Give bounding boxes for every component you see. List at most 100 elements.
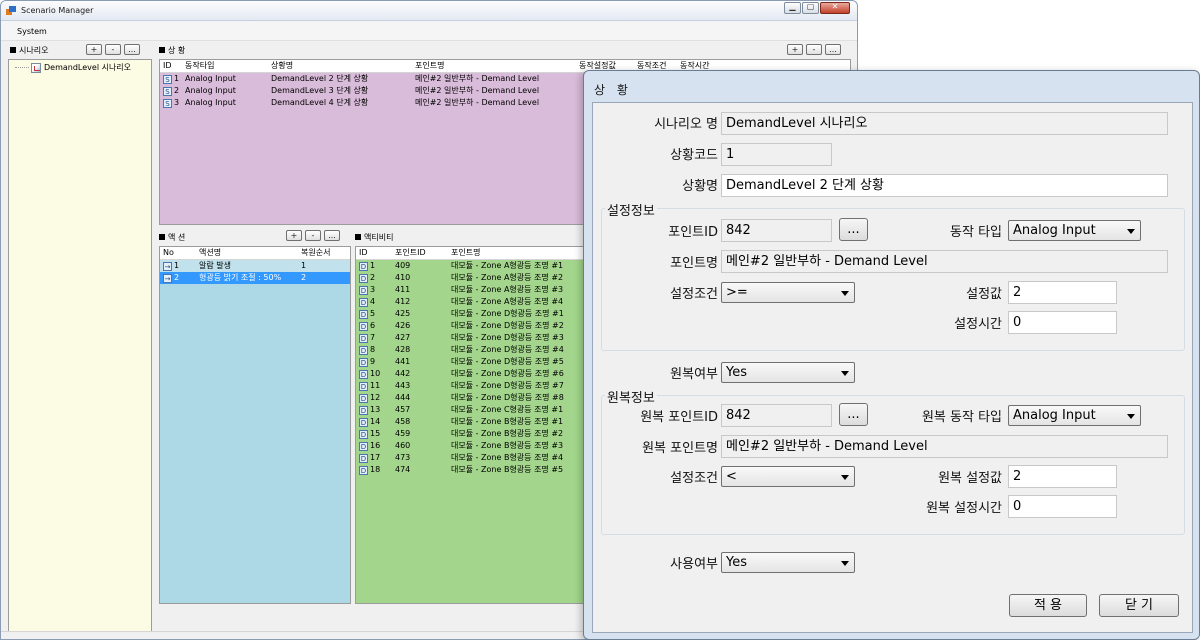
set-time-label: 설정시간 bbox=[954, 317, 1002, 332]
action-remove-button[interactable]: - bbox=[305, 230, 321, 241]
condition-select[interactable]: >= bbox=[721, 282, 855, 303]
dropdown-arrow-icon bbox=[841, 291, 849, 296]
square-bullet-icon bbox=[159, 234, 165, 240]
restore-point-browse-button[interactable]: ... bbox=[839, 403, 868, 426]
action-grid[interactable]: No 액션명 복원순서 → 1 알람 발생 1 → 2 형광등 밝기 조절 : 50… bbox=[159, 246, 351, 604]
column-header[interactable]: 액션명 bbox=[196, 247, 298, 259]
menu-system[interactable]: System bbox=[17, 27, 47, 36]
app-icon bbox=[6, 6, 16, 15]
set-time-input[interactable]: 0 bbox=[1008, 311, 1117, 334]
situation-add-button[interactable]: + bbox=[787, 44, 803, 55]
situation-name-input[interactable]: DemandLevel 2 단계 상황 bbox=[721, 174, 1168, 197]
action-more-button[interactable]: ... bbox=[324, 230, 340, 241]
close-dialog-button[interactable]: 닫 기 bbox=[1099, 594, 1179, 617]
column-header[interactable]: 포인트ID bbox=[392, 247, 448, 259]
column-header[interactable]: ID bbox=[160, 60, 182, 72]
dropdown-arrow-icon bbox=[1127, 414, 1135, 419]
table-row[interactable]: → 1 알람 발생 1 bbox=[160, 260, 350, 272]
minimize-icon: ▁ bbox=[789, 2, 796, 11]
action-add-button[interactable]: + bbox=[286, 230, 302, 241]
point-name-field: 메인#2 일반부하 - Demand Level bbox=[721, 250, 1168, 273]
row-device-icon: D bbox=[359, 370, 368, 379]
square-bullet-icon bbox=[159, 47, 165, 53]
situation-dialog: 상 황 시나리오 명 DemandLevel 시나리오 상황코드 1 상황명 D… bbox=[583, 70, 1200, 640]
scenario-remove-button[interactable]: - bbox=[105, 44, 121, 55]
close-button[interactable]: ✕ bbox=[820, 2, 850, 14]
row-device-icon: D bbox=[359, 334, 368, 343]
table-row-selected[interactable]: → 2 형광등 밝기 조절 : 50% 2 bbox=[160, 272, 350, 284]
set-value-label: 설정값 bbox=[966, 287, 1002, 302]
point-name-label: 포인트명 bbox=[670, 256, 718, 271]
column-header[interactable]: 상황명 bbox=[268, 60, 412, 72]
restore-label: 원복여부 bbox=[670, 367, 718, 382]
restore-set-value-label: 원복 설정값 bbox=[938, 471, 1002, 486]
row-type-icon: S bbox=[163, 99, 172, 108]
minimize-button[interactable]: ▁ bbox=[784, 2, 801, 14]
maximize-button[interactable]: ▢ bbox=[802, 2, 819, 14]
setting-info-title: 설정정보 bbox=[605, 200, 657, 219]
row-device-icon: D bbox=[359, 442, 368, 451]
restore-set-value-input[interactable]: 2 bbox=[1008, 465, 1117, 488]
situation-code-field: 1 bbox=[721, 143, 832, 166]
column-header[interactable]: 포인트명 bbox=[448, 247, 588, 259]
situation-more-button[interactable]: ... bbox=[825, 44, 841, 55]
column-header[interactable]: 포인트명 bbox=[412, 60, 576, 72]
situation-panel-label: 상 황 bbox=[159, 45, 185, 56]
scenario-add-button[interactable]: + bbox=[86, 44, 102, 55]
restore-action-type-select[interactable]: Analog Input bbox=[1008, 405, 1141, 426]
situation-code-label: 상황코드 bbox=[670, 148, 718, 163]
restore-select[interactable]: Yes bbox=[721, 362, 855, 383]
tree-item-scenario[interactable]: DemandLevel 시나리오 bbox=[15, 62, 131, 73]
row-action-icon: → bbox=[163, 274, 172, 283]
maximize-icon: ▢ bbox=[806, 2, 815, 11]
row-action-icon: → bbox=[163, 262, 172, 271]
column-header[interactable]: No bbox=[160, 247, 196, 259]
menu-bar bbox=[1, 21, 857, 41]
row-device-icon: D bbox=[359, 310, 368, 319]
restore-point-name-field: 메인#2 일반부하 - Demand Level bbox=[721, 435, 1168, 458]
row-type-icon: S bbox=[163, 75, 172, 84]
point-browse-button[interactable]: ... bbox=[839, 218, 868, 241]
row-device-icon: D bbox=[359, 454, 368, 463]
tree-item-label: DemandLevel 시나리오 bbox=[44, 63, 132, 72]
row-device-icon: D bbox=[359, 382, 368, 391]
apply-button[interactable]: 적 용 bbox=[1009, 594, 1087, 617]
column-header[interactable]: 동작타입 bbox=[182, 60, 268, 72]
column-header[interactable]: ID bbox=[356, 247, 392, 259]
column-header[interactable]: 복원순서 bbox=[298, 247, 348, 259]
restore-point-id-label: 원복 포인트ID bbox=[640, 410, 718, 425]
use-select[interactable]: Yes bbox=[721, 552, 855, 573]
action-type-select[interactable]: Analog Input bbox=[1008, 220, 1141, 241]
row-device-icon: D bbox=[359, 286, 368, 295]
restore-set-time-input[interactable]: 0 bbox=[1008, 495, 1117, 518]
row-device-icon: D bbox=[359, 430, 368, 439]
row-device-icon: D bbox=[359, 298, 368, 307]
row-device-icon: D bbox=[359, 418, 368, 427]
restore-condition-select[interactable]: < bbox=[721, 466, 855, 487]
scenario-tree[interactable]: DemandLevel 시나리오 bbox=[8, 59, 152, 633]
scenario-name-field: DemandLevel 시나리오 bbox=[721, 112, 1168, 135]
row-device-icon: D bbox=[359, 322, 368, 331]
situation-remove-button[interactable]: - bbox=[806, 44, 822, 55]
point-id-label: 포인트ID bbox=[668, 225, 718, 240]
scenario-name-label: 시나리오 명 bbox=[654, 117, 718, 132]
action-panel-label: 액 션 bbox=[159, 232, 185, 243]
use-label: 사용여부 bbox=[670, 557, 718, 572]
row-device-icon: D bbox=[359, 394, 368, 403]
situation-name-label: 상황명 bbox=[682, 179, 718, 194]
title-bar: Scenario Manager ▁ ▢ ✕ bbox=[1, 1, 857, 21]
condition-label: 설정조건 bbox=[670, 287, 718, 302]
row-type-icon: S bbox=[163, 87, 172, 96]
window-title: Scenario Manager bbox=[21, 6, 94, 15]
row-device-icon: D bbox=[359, 274, 368, 283]
set-value-input[interactable]: 2 bbox=[1008, 281, 1117, 304]
row-device-icon: D bbox=[359, 358, 368, 367]
dropdown-arrow-icon bbox=[841, 371, 849, 376]
close-icon: ✕ bbox=[831, 2, 839, 11]
scenario-panel-label: 시나리오 bbox=[10, 45, 48, 56]
row-device-icon: D bbox=[359, 262, 368, 271]
scenario-more-button[interactable]: ... bbox=[124, 44, 140, 55]
restore-condition-label: 설정조건 bbox=[670, 471, 718, 486]
restore-info-title: 원복정보 bbox=[605, 387, 657, 406]
restore-action-type-label: 원복 동작 타입 bbox=[921, 410, 1002, 425]
